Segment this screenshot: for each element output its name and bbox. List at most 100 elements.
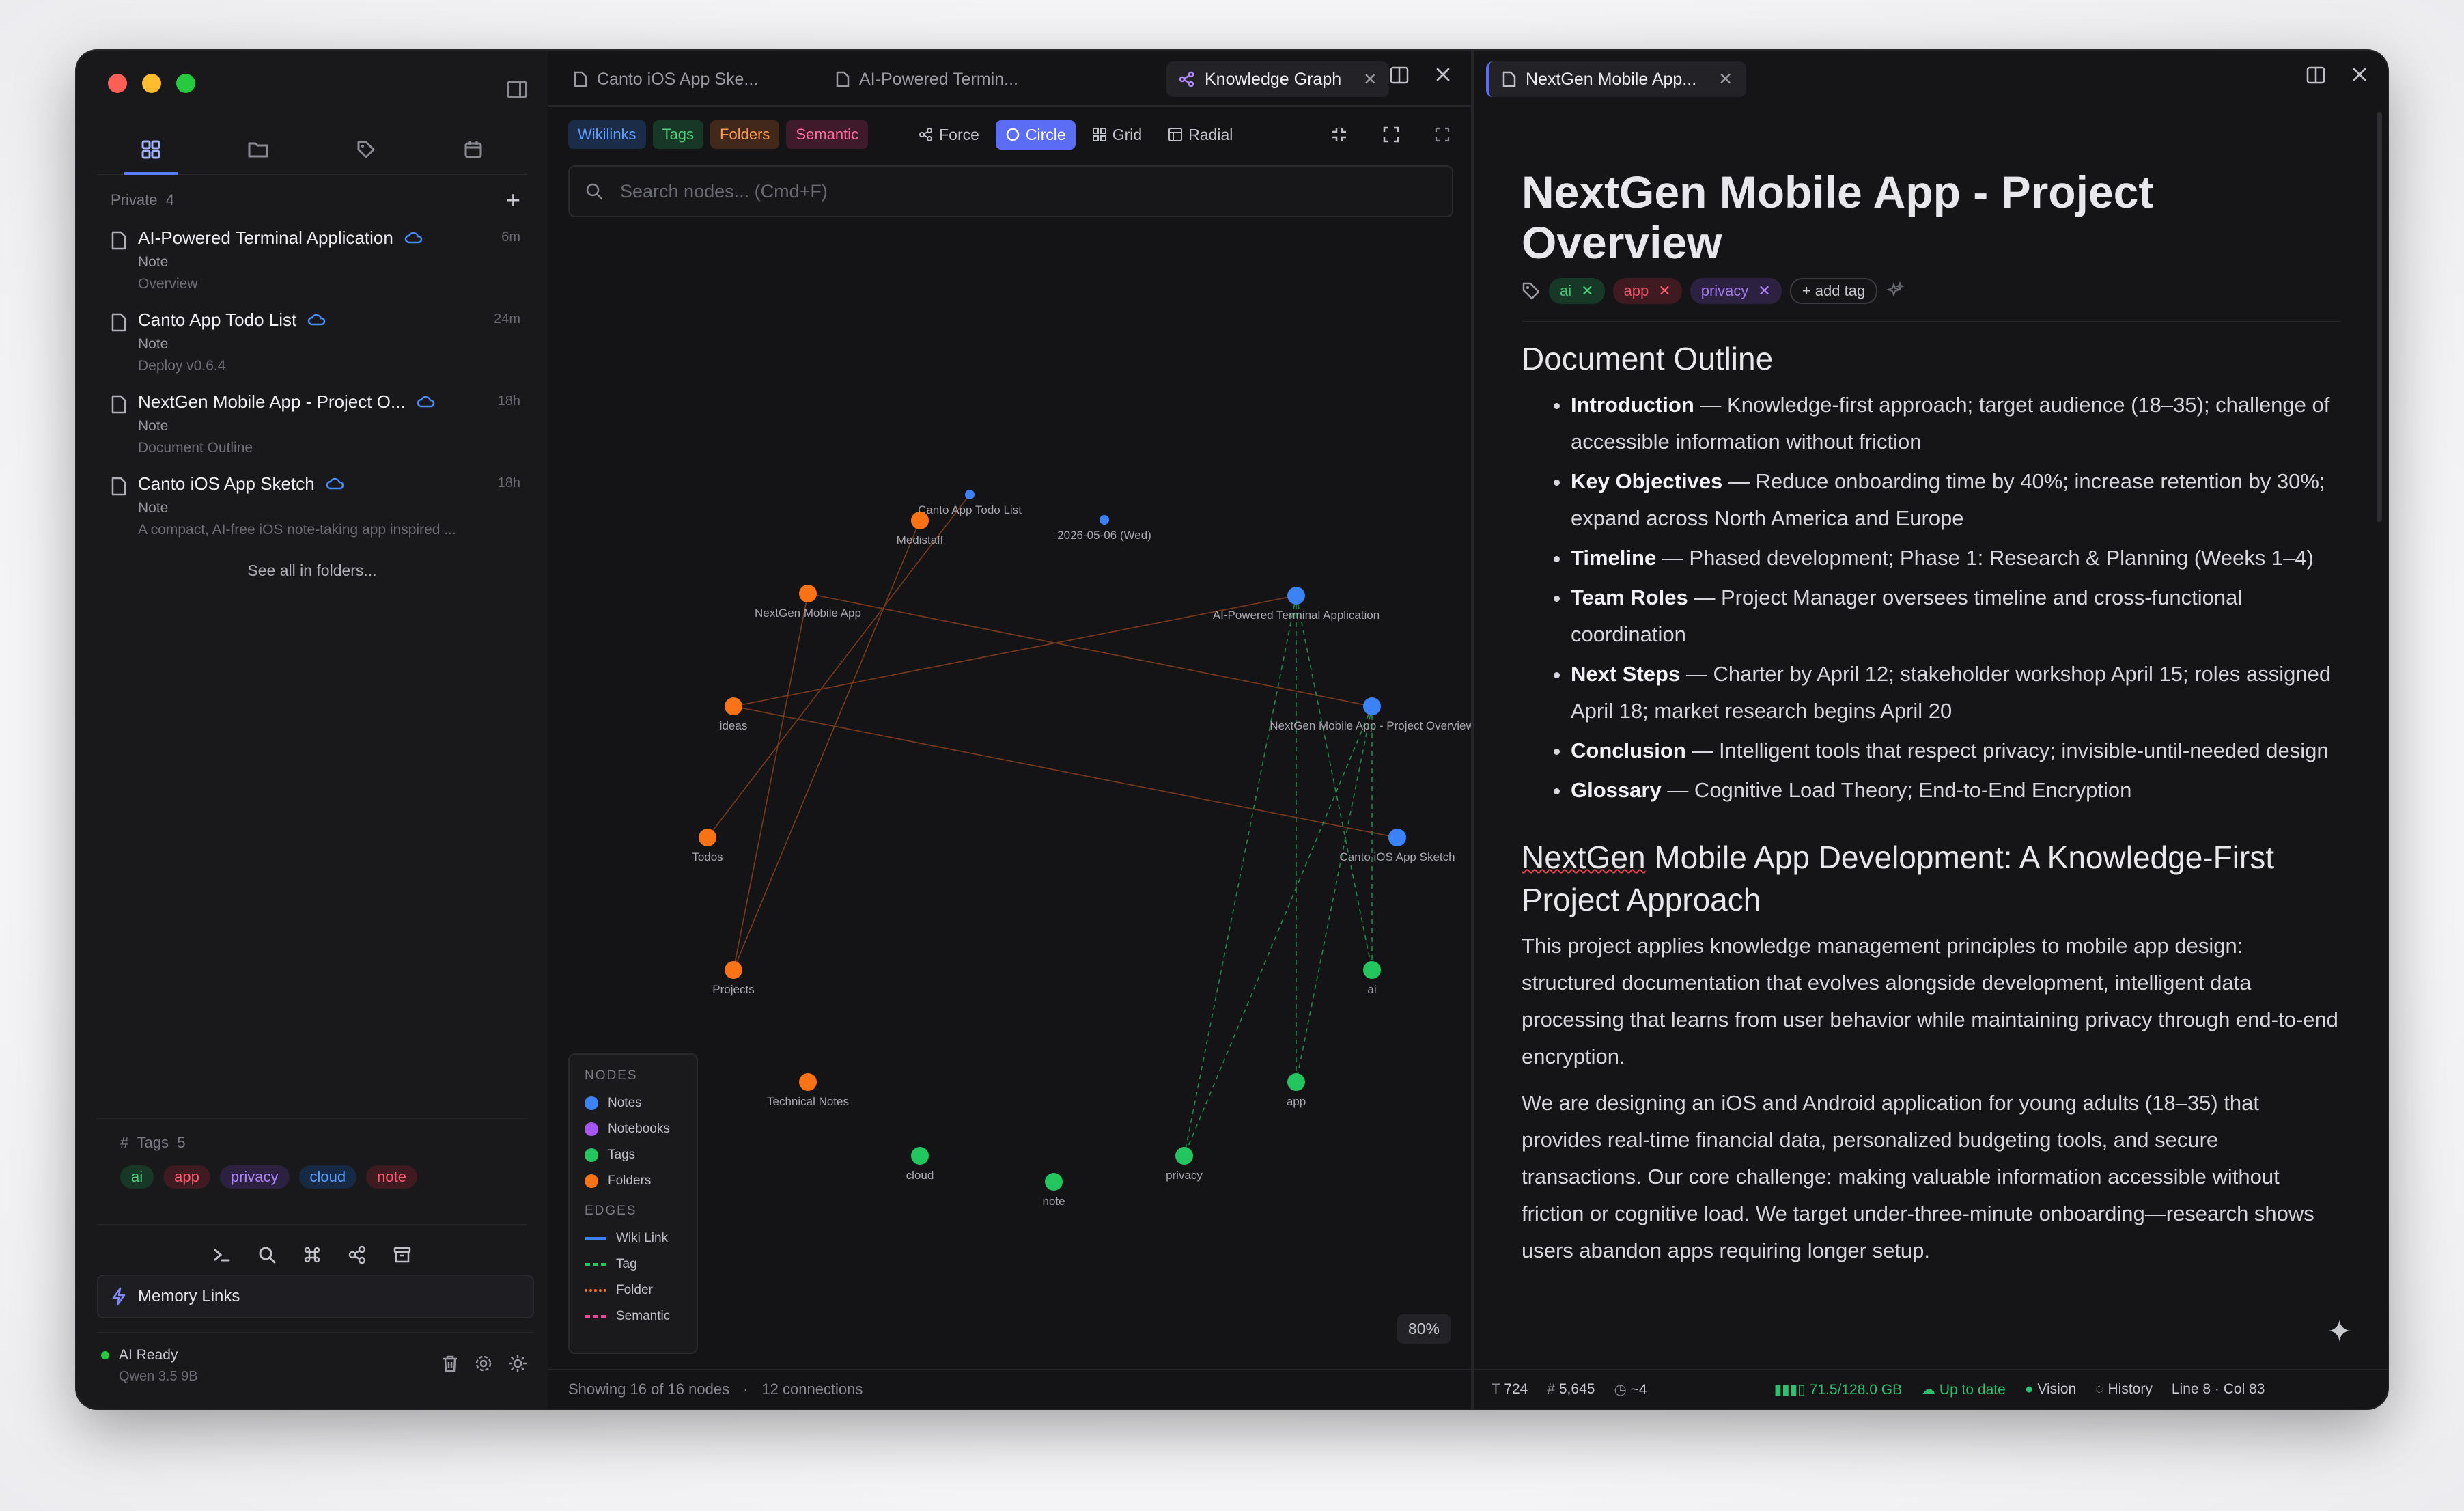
vision-status[interactable]: Vision bbox=[2037, 1381, 2076, 1397]
collapse-icon[interactable] bbox=[1330, 126, 1348, 143]
doc-tag[interactable]: app ✕ bbox=[1612, 278, 1682, 304]
graph-node-cloud[interactable] bbox=[911, 1147, 929, 1165]
search-input[interactable] bbox=[619, 180, 1373, 203]
sun-icon[interactable] bbox=[508, 1354, 527, 1373]
file-title: NextGen Mobile App - Project O... bbox=[138, 391, 406, 412]
layout-grid-button[interactable]: Grid bbox=[1082, 120, 1151, 150]
folder-icon bbox=[248, 142, 268, 158]
tag-pill[interactable]: cloud bbox=[298, 1165, 357, 1189]
graph-node-nextgen-overview[interactable] bbox=[1363, 697, 1381, 715]
sidebar-toggle-icon[interactable] bbox=[507, 81, 527, 98]
list-item[interactable]: Canto App Todo List 24m Note Deploy v0.6… bbox=[111, 306, 527, 388]
remove-tag-icon[interactable]: ✕ bbox=[1581, 282, 1593, 300]
list-item: Glossary — Cognitive Load Theory; End-to… bbox=[1571, 772, 2341, 809]
minimize-window-button[interactable] bbox=[142, 74, 161, 93]
graph-node-technical[interactable] bbox=[799, 1073, 817, 1091]
history-button[interactable]: History bbox=[2108, 1381, 2153, 1397]
graph-node-privacy[interactable] bbox=[1175, 1147, 1193, 1165]
document-body[interactable]: NextGen Mobile App - Project Overview ai… bbox=[1522, 167, 2341, 1279]
graph-node-canto-todo[interactable] bbox=[965, 490, 975, 499]
memory-links-button[interactable]: Memory Links bbox=[97, 1275, 534, 1318]
close-tab-icon[interactable]: ✕ bbox=[1718, 69, 1733, 89]
zoom-window-button[interactable] bbox=[176, 74, 195, 93]
file-title: Canto App Todo List bbox=[138, 309, 297, 330]
filter-wikilinks[interactable]: Wikilinks bbox=[568, 120, 646, 149]
graph-node-ai-terminal[interactable] bbox=[1287, 587, 1305, 605]
tab-canto-sketch[interactable]: Canto iOS App Ske... bbox=[561, 61, 770, 97]
legend-dot bbox=[585, 1174, 598, 1188]
node-count: Showing 16 of 16 nodes bbox=[568, 1381, 730, 1398]
paragraph: We are designing an iOS and Android appl… bbox=[1522, 1091, 2314, 1262]
remove-tag-icon[interactable]: ✕ bbox=[1658, 282, 1670, 300]
list-item: Next Steps — Charter by April 12; stakeh… bbox=[1571, 656, 2341, 730]
scrollbar[interactable] bbox=[2377, 112, 2382, 522]
add-tag-button[interactable]: + add tag bbox=[1789, 278, 1878, 304]
graph-node-medistaff[interactable] bbox=[911, 512, 929, 529]
list-item[interactable]: AI-Powered Terminal Application 6m Note … bbox=[111, 224, 527, 306]
bullet-term: Timeline bbox=[1571, 546, 1657, 570]
graph-node-ai[interactable] bbox=[1363, 961, 1381, 979]
bullet-text: — Charter by April 12; stakeholder works… bbox=[1571, 662, 2332, 723]
remove-tag-icon[interactable]: ✕ bbox=[1758, 282, 1770, 300]
tab-tags[interactable] bbox=[312, 126, 420, 174]
share-graph-icon bbox=[919, 128, 933, 141]
tag-pill[interactable]: ai bbox=[120, 1165, 154, 1189]
graph-node-canto-sketch[interactable] bbox=[1388, 829, 1406, 846]
legend-label: Tag bbox=[616, 1257, 637, 1271]
file-title: AI-Powered Terminal Application bbox=[138, 227, 393, 248]
tab-calendar[interactable] bbox=[420, 126, 528, 174]
graph-node-date[interactable] bbox=[1100, 515, 1109, 525]
tab-knowledge-graph[interactable]: Knowledge Graph ✕ bbox=[1166, 61, 1390, 97]
filter-semantic[interactable]: Semantic bbox=[786, 120, 869, 149]
sync-status[interactable]: Up to date bbox=[1940, 1382, 2006, 1398]
close-window-button[interactable] bbox=[108, 74, 127, 93]
split-view-icon[interactable] bbox=[2306, 66, 2326, 85]
graph-node-app[interactable] bbox=[1287, 1073, 1305, 1091]
see-all-link[interactable]: See all in folders... bbox=[76, 562, 548, 580]
tab-ai-terminal[interactable]: AI-Powered Termin... bbox=[824, 61, 1031, 97]
ai-assist-sparkle-icon[interactable]: ✦ bbox=[2327, 1314, 2352, 1349]
tag-pill[interactable]: privacy bbox=[219, 1165, 290, 1189]
search-icon[interactable] bbox=[257, 1245, 277, 1265]
graph-node-ideas[interactable] bbox=[725, 697, 742, 715]
tag-pill[interactable]: app bbox=[163, 1165, 210, 1189]
terminal-icon[interactable] bbox=[212, 1245, 232, 1265]
tag-icon bbox=[357, 141, 375, 158]
layout-circle-button[interactable]: Circle bbox=[995, 120, 1076, 150]
share-graph-icon[interactable] bbox=[347, 1245, 367, 1265]
trash-icon[interactable] bbox=[441, 1354, 459, 1373]
grid-icon bbox=[141, 140, 160, 159]
zoom-level[interactable]: 80% bbox=[1397, 1314, 1451, 1344]
list-item[interactable]: Canto iOS App Sketch 18h Note A compact,… bbox=[111, 470, 527, 552]
close-icon[interactable] bbox=[2351, 66, 2368, 83]
sparkle-icon[interactable] bbox=[1886, 281, 1905, 301]
doc-tag[interactable]: privacy ✕ bbox=[1690, 278, 1782, 304]
add-note-button[interactable]: + bbox=[506, 186, 520, 214]
fullscreen-icon[interactable] bbox=[1434, 126, 1451, 143]
filter-folders[interactable]: Folders bbox=[710, 120, 780, 149]
filter-tags[interactable]: Tags bbox=[652, 120, 704, 149]
misspelled-word[interactable]: NextGen bbox=[1522, 840, 1646, 875]
graph-node-note[interactable] bbox=[1045, 1173, 1063, 1191]
close-tab-icon[interactable]: ✕ bbox=[1363, 70, 1377, 89]
command-icon[interactable] bbox=[302, 1245, 322, 1265]
archive-icon[interactable] bbox=[392, 1245, 412, 1265]
legend-edges-title: EDGES bbox=[585, 1204, 637, 1218]
tab-label: AI-Powered Termin... bbox=[859, 69, 1018, 89]
tag-pill[interactable]: note bbox=[366, 1165, 417, 1189]
graph-node-projects[interactable] bbox=[725, 961, 742, 979]
layout-force-button[interactable]: Force bbox=[909, 120, 989, 150]
split-view-icon[interactable] bbox=[1389, 66, 1410, 85]
doc-tag[interactable]: ai ✕ bbox=[1549, 278, 1605, 304]
graph-icon bbox=[1179, 71, 1194, 87]
tab-dashboard[interactable] bbox=[97, 126, 205, 175]
layout-radial-button[interactable]: Radial bbox=[1158, 120, 1242, 150]
expand-icon[interactable] bbox=[1382, 126, 1400, 143]
graph-node-nextgen-app[interactable] bbox=[799, 585, 817, 602]
tab-nextgen-doc[interactable]: NextGen Mobile App... ✕ bbox=[1486, 61, 1747, 97]
list-item[interactable]: NextGen Mobile App - Project O... 18h No… bbox=[111, 388, 527, 470]
graph-node-todos[interactable] bbox=[699, 829, 716, 846]
close-icon[interactable] bbox=[1434, 66, 1452, 83]
gear-icon[interactable] bbox=[474, 1354, 493, 1373]
tab-folders[interactable] bbox=[205, 126, 313, 174]
